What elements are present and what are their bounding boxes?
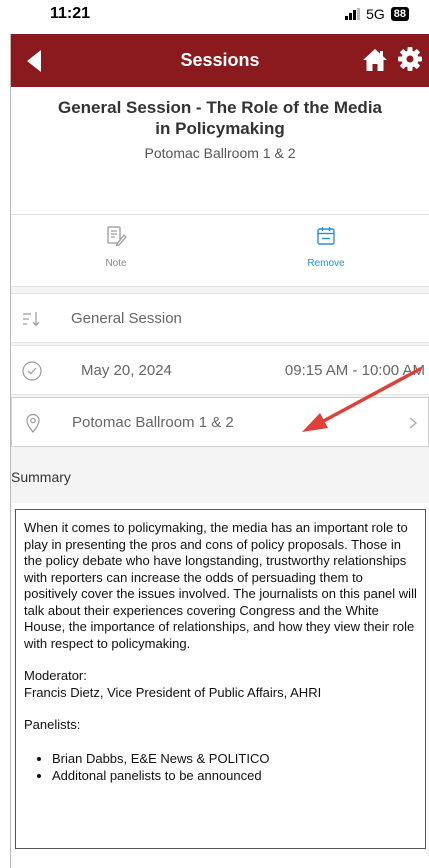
note-edit-icon — [107, 226, 127, 247]
list-item: Brian Dabbs, E&E News & POLITICO — [52, 750, 417, 767]
battery-icon: 88 — [390, 7, 409, 21]
moderator-block: Moderator: Francis Dietz, Vice President… — [24, 668, 417, 701]
panelists-label: Panelists: — [24, 717, 81, 732]
session-time: 09:15 AM - 10:00 AM — [284, 362, 425, 379]
app-screen: Sessions General Session - The Role of t… — [10, 34, 429, 868]
moderator-label: Moderator: — [24, 668, 87, 683]
list-item: Additonal panelists to be announced — [52, 767, 417, 784]
summary-box: When it comes to policymaking, the media… — [15, 509, 426, 849]
location-row[interactable]: Potomac Ballroom 1 & 2 — [11, 397, 429, 447]
remove-label: Remove — [307, 258, 345, 269]
chevron-right-icon — [409, 417, 418, 429]
action-bar: Note Remove — [11, 215, 429, 287]
session-type-row: General Session — [11, 293, 429, 343]
note-button[interactable]: Note — [76, 225, 156, 271]
moderator-name: Francis Dietz, Vice President of Public … — [24, 684, 322, 700]
summary-content: When it comes to policymaking, the media… — [24, 520, 417, 784]
app-header: Sessions — [11, 34, 429, 87]
location-pin-icon — [26, 413, 40, 433]
session-date: May 20, 2024 — [81, 362, 172, 379]
session-location: Potomac Ballroom 1 & 2 — [72, 414, 234, 431]
session-room: Potomac Ballroom 1 & 2 — [144, 145, 296, 161]
summary-paragraph: When it comes to policymaking, the media… — [24, 520, 417, 651]
home-icon[interactable] — [361, 46, 389, 74]
session-type: General Session — [71, 310, 182, 327]
session-title: General Session - The Role of the Media … — [57, 98, 382, 138]
session-info: General Session - The Role of the Media … — [11, 87, 429, 215]
network-label: 5G — [366, 6, 385, 22]
calendar-icon — [317, 227, 335, 245]
remove-button[interactable]: Remove — [286, 225, 366, 271]
summary-heading: Summary — [11, 451, 429, 503]
status-bar: 11:21 5G 88 — [0, 0, 429, 34]
note-label: Note — [105, 258, 127, 269]
status-time: 11:21 — [50, 5, 91, 22]
sort-icon — [23, 312, 40, 327]
clock-icon — [22, 361, 42, 381]
signal-icon — [345, 8, 361, 20]
panelists-list: Brian Dabbs, E&E News & POLITICO Additon… — [52, 750, 417, 784]
date-time-row: May 20, 2024 09:15 AM - 10:00 AM — [11, 345, 429, 395]
session-details: General Session May 20, 2024 09:15 AM - … — [11, 287, 429, 451]
gear-icon[interactable] — [397, 46, 423, 72]
status-indicators: 5G 88 — [345, 6, 409, 22]
